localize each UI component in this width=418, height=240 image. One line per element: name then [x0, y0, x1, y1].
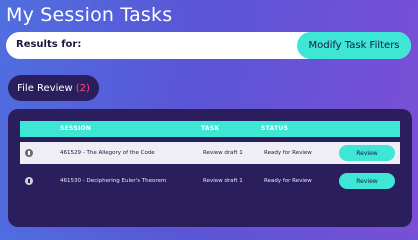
status-cell: Ready for Review [264, 150, 312, 156]
table-row: 461529 - The Allegory of the Code Review… [20, 142, 400, 164]
status-cell: Ready for Review [264, 178, 312, 184]
review-button[interactable]: Review [339, 173, 395, 189]
table-header: SESSION TASK STATUS [20, 121, 400, 137]
table-row: 461530 - Deciphering Euler's Theorem Rev… [20, 170, 400, 192]
results-label: Results for: [16, 39, 82, 50]
column-header-session: SESSION [60, 125, 92, 132]
tab-label: File Review [17, 82, 73, 94]
tab-file-review[interactable]: File Review (2) [8, 75, 99, 101]
session-cell: 461529 - The Allegory of the Code [60, 150, 155, 156]
info-icon[interactable] [25, 177, 33, 185]
tab-count-badge: (2) [75, 82, 90, 94]
column-header-task: TASK [201, 125, 220, 132]
modify-task-filters-button[interactable]: Modify Task Filters [297, 32, 411, 59]
results-bar: Results for: Modify Task Filters [6, 32, 411, 59]
task-cell: Review draft 1 [203, 178, 243, 184]
review-button[interactable]: Review [339, 145, 395, 161]
task-panel: SESSION TASK STATUS 461529 - The Allegor… [8, 109, 412, 227]
page-title: My Session Tasks [6, 4, 173, 26]
column-header-status: STATUS [261, 125, 289, 132]
info-icon[interactable] [25, 149, 33, 157]
task-cell: Review draft 1 [203, 150, 243, 156]
session-cell: 461530 - Deciphering Euler's Theorem [60, 178, 167, 184]
